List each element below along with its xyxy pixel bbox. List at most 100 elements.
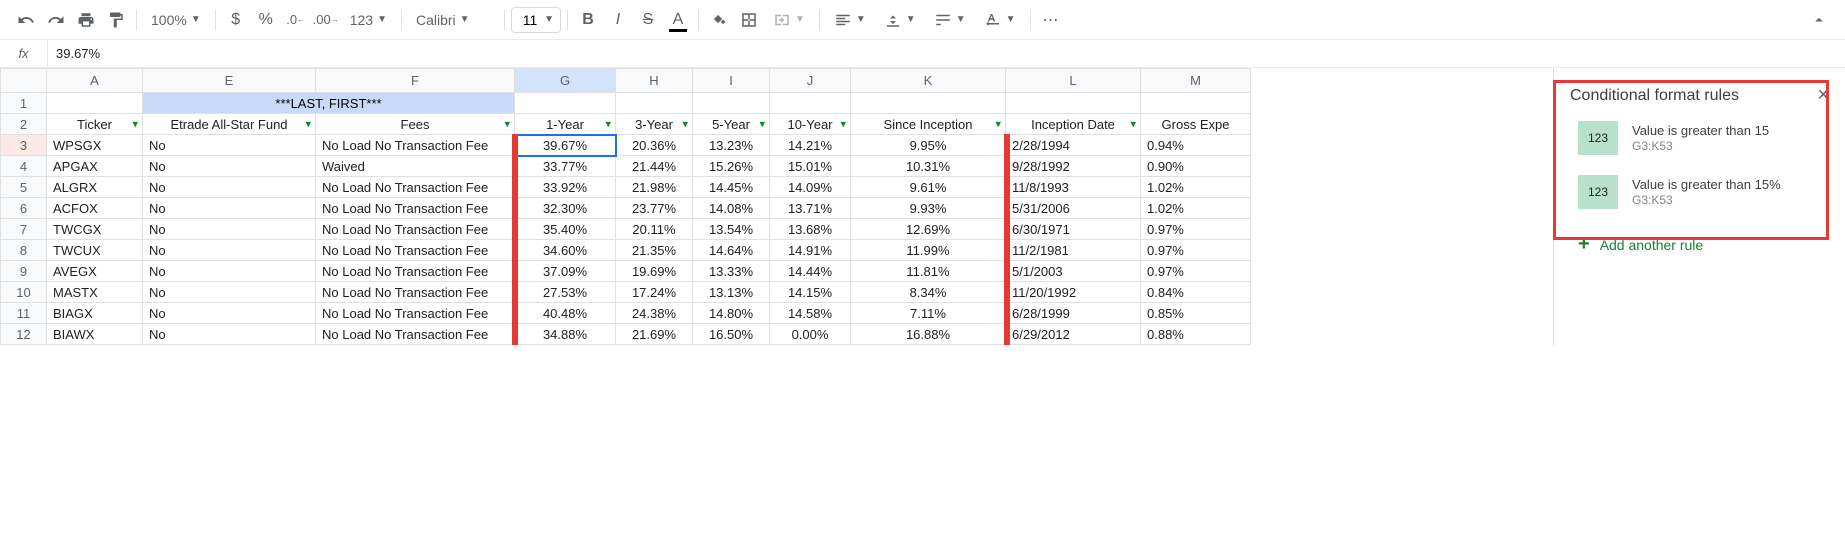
filter-icon[interactable]: ▾ [682,118,688,131]
row-header-9[interactable]: 9 [1,261,47,282]
cell-since-inception[interactable]: 9.61% [851,177,1006,198]
column-header-L[interactable]: L [1006,69,1141,93]
cell-5year[interactable]: 14.80% [693,303,770,324]
formula-input[interactable]: 39.67% [48,46,1845,61]
cell-10year[interactable]: 14.15% [770,282,851,303]
cell-since-inception[interactable]: 9.95% [851,135,1006,156]
cell-inception-date[interactable]: 11/8/1993 [1006,177,1141,198]
cell-1year[interactable]: 34.60% [515,240,616,261]
cell-10year[interactable]: 15.01% [770,156,851,177]
cell-star[interactable]: No [143,282,316,303]
cell-3year[interactable]: 20.11% [616,219,693,240]
cell-3year[interactable]: 21.98% [616,177,693,198]
column-filter-header[interactable]: 5-Year▾ [693,114,770,135]
row-header-4[interactable]: 4 [1,156,47,177]
cell-A1[interactable] [47,93,143,114]
cell-3year[interactable]: 21.69% [616,324,693,345]
cell-inception-date[interactable]: 11/2/1981 [1006,240,1141,261]
cell-1year[interactable]: 40.48% [515,303,616,324]
merge-cells-dropdown[interactable]: ▼ [765,6,813,34]
cell-star[interactable]: No [143,156,316,177]
cell-10year[interactable]: 14.21% [770,135,851,156]
column-header-H[interactable]: H [616,69,693,93]
more-button[interactable]: ⋯ [1037,6,1065,34]
cell-3year[interactable]: 21.44% [616,156,693,177]
format-rule[interactable]: 123 Value is greater than 15 G3:K53 [1570,111,1829,165]
cell-gross-expense[interactable]: 0.97% [1141,240,1251,261]
cell-3year[interactable]: 21.35% [616,240,693,261]
cell-5year[interactable]: 13.33% [693,261,770,282]
cell-1year[interactable]: 33.77% [515,156,616,177]
cell-inception-date[interactable]: 2/28/1994 [1006,135,1141,156]
vertical-align-dropdown[interactable]: ▼ [876,6,924,34]
cell-fees[interactable]: No Load No Transaction Fee [316,240,515,261]
column-filter-header[interactable]: 10-Year▾ [770,114,851,135]
column-header-F[interactable]: F [316,69,515,93]
column-header-I[interactable]: I [693,69,770,93]
cell-inception-date[interactable]: 9/28/1992 [1006,156,1141,177]
cell-star[interactable]: No [143,240,316,261]
cell-inception-date[interactable]: 5/1/2003 [1006,261,1141,282]
column-filter-header[interactable]: 3-Year▾ [616,114,693,135]
filter-icon[interactable]: ▾ [132,118,138,131]
cell-ticker[interactable]: AVEGX [47,261,143,282]
collapse-toolbar-button[interactable] [1805,6,1833,34]
column-header-J[interactable]: J [770,69,851,93]
cell-fees[interactable]: No Load No Transaction Fee [316,177,515,198]
cell-fees[interactable]: No Load No Transaction Fee [316,324,515,345]
cell-ticker[interactable]: APGAX [47,156,143,177]
cell-1year[interactable]: 35.40% [515,219,616,240]
cell-ticker[interactable]: ALGRX [47,177,143,198]
cell-gross-expense[interactable]: 0.88% [1141,324,1251,345]
filter-icon[interactable]: ▾ [759,118,765,131]
column-header-A[interactable]: A [47,69,143,93]
cell-fees[interactable]: Waived [316,156,515,177]
column-filter-header[interactable]: Inception Date▾ [1006,114,1141,135]
cell-ticker[interactable]: BIAGX [47,303,143,324]
borders-button[interactable] [735,6,763,34]
cell-1year[interactable]: 37.09% [515,261,616,282]
add-rule-button[interactable]: + Add another rule [1570,219,1829,270]
cell[interactable] [616,93,693,114]
column-filter-header[interactable]: Ticker▾ [47,114,143,135]
row-header-11[interactable]: 11 [1,303,47,324]
undo-button[interactable] [12,6,40,34]
cell-fees[interactable]: No Load No Transaction Fee [316,219,515,240]
cell-inception-date[interactable]: 11/20/1992 [1006,282,1141,303]
cell-inception-date[interactable]: 6/29/2012 [1006,324,1141,345]
cell[interactable] [851,93,1006,114]
text-color-button[interactable]: A [664,6,692,34]
cell-3year[interactable]: 24.38% [616,303,693,324]
cell[interactable] [515,93,616,114]
cell-fees[interactable]: No Load No Transaction Fee [316,282,515,303]
cell[interactable] [1141,93,1251,114]
filter-icon[interactable]: ▾ [840,118,846,131]
cell-since-inception[interactable]: 7.11% [851,303,1006,324]
cell-5year[interactable]: 14.64% [693,240,770,261]
column-header-G[interactable]: G [515,69,616,93]
column-filter-header[interactable]: Etrade All-Star Fund▾ [143,114,316,135]
cell-10year[interactable]: 14.91% [770,240,851,261]
cell-since-inception[interactable]: 11.99% [851,240,1006,261]
italic-button[interactable]: I [604,6,632,34]
cell-gross-expense[interactable]: 1.02% [1141,198,1251,219]
cell-gross-expense[interactable]: 0.90% [1141,156,1251,177]
increase-decimal-button[interactable]: .00→ [312,6,340,34]
cell-ticker[interactable]: TWCGX [47,219,143,240]
column-header-K[interactable]: K [851,69,1006,93]
cell-1year[interactable]: 34.88% [515,324,616,345]
cell-star[interactable]: No [143,261,316,282]
row-header-3[interactable]: 3 [1,135,47,156]
filter-icon[interactable]: ▾ [995,118,1001,131]
row-header-1[interactable]: 1 [1,93,47,114]
cell-star[interactable]: No [143,324,316,345]
cell-10year[interactable]: 13.68% [770,219,851,240]
cell-fees[interactable]: No Load No Transaction Fee [316,261,515,282]
font-family-dropdown[interactable]: Calibri▼ [408,6,498,34]
filter-icon[interactable]: ▾ [605,118,611,131]
filter-icon[interactable]: ▾ [305,118,311,131]
horizontal-align-dropdown[interactable]: ▼ [826,6,874,34]
row-header-8[interactable]: 8 [1,240,47,261]
column-filter-header[interactable]: Fees▾ [316,114,515,135]
row-header-2[interactable]: 2 [1,114,47,135]
